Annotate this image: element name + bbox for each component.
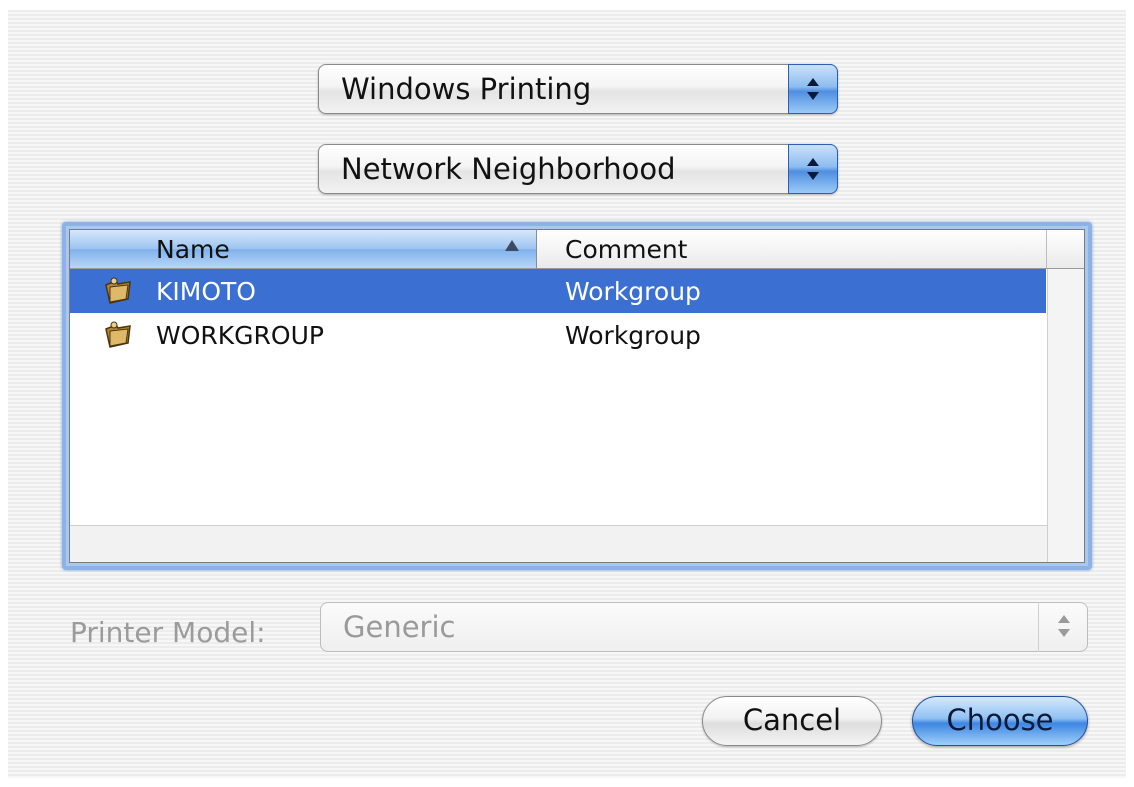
- row-name: WORKGROUP: [156, 321, 324, 350]
- printer-model-popup[interactable]: Generic: [320, 602, 1088, 652]
- table-row[interactable]: WORKGROUP Workgroup: [70, 313, 1046, 357]
- printer-model-label: Printer Model:: [70, 616, 266, 649]
- workgroup-folder-icon: [105, 277, 131, 304]
- printer-list[interactable]: Name Comment KIMOTO Workgroup WORKGROUP …: [62, 222, 1092, 570]
- popup-arrows-icon: [788, 144, 838, 194]
- printer-browser-dialog: Windows Printing Network Neighborhood Na…: [8, 10, 1126, 778]
- row-comment: Workgroup: [565, 277, 701, 306]
- table-row[interactable]: KIMOTO Workgroup: [70, 269, 1046, 313]
- horizontal-scrollbar[interactable]: [70, 525, 1047, 562]
- row-name: KIMOTO: [156, 277, 256, 306]
- vertical-scrollbar[interactable]: [1047, 269, 1084, 562]
- table-header: Name Comment: [70, 230, 1084, 269]
- location-popup-label: Network Neighborhood: [341, 152, 676, 186]
- column-header-name[interactable]: Name: [70, 230, 537, 268]
- column-header-comment-label: Comment: [565, 235, 688, 264]
- choose-button[interactable]: Choose: [912, 696, 1088, 746]
- row-comment: Workgroup: [565, 321, 701, 350]
- protocol-popup[interactable]: Windows Printing: [318, 64, 838, 114]
- column-header-name-label: Name: [156, 235, 230, 264]
- popup-arrows-icon: [788, 64, 838, 114]
- sort-ascending-icon: [505, 240, 519, 251]
- protocol-popup-label: Windows Printing: [341, 72, 592, 106]
- location-popup[interactable]: Network Neighborhood: [318, 144, 838, 194]
- cancel-button[interactable]: Cancel: [702, 696, 882, 746]
- table-rows: KIMOTO Workgroup WORKGROUP Workgroup: [70, 269, 1046, 357]
- printer-model-value: Generic: [343, 610, 456, 644]
- popup-arrows-icon: [1038, 602, 1088, 652]
- column-header-comment[interactable]: Comment: [537, 230, 1047, 268]
- printer-list-body: Name Comment KIMOTO Workgroup WORKGROUP …: [69, 229, 1085, 563]
- workgroup-folder-icon: [105, 321, 131, 348]
